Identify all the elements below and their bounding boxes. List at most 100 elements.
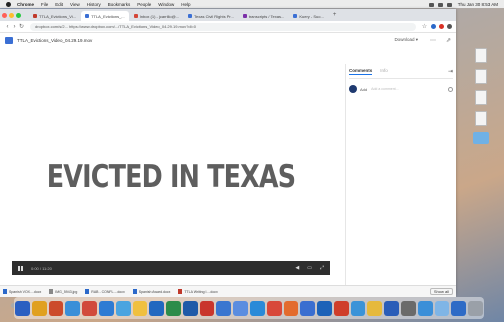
menu-people[interactable]: People: [137, 2, 151, 7]
dock-app-icon[interactable]: [216, 300, 232, 316]
dock-app-icon[interactable]: [300, 300, 316, 316]
dock-app-icon[interactable]: [82, 300, 97, 316]
captions-icon[interactable]: ▭: [307, 265, 312, 271]
dock-app-icon[interactable]: [451, 300, 467, 316]
fullscreen-icon[interactable]: ⤢: [320, 265, 324, 271]
desktop-file[interactable]: [462, 69, 500, 84]
new-tab-button[interactable]: +: [329, 12, 341, 18]
word-doc-icon: [178, 289, 183, 294]
dock-app-icon[interactable]: [48, 300, 64, 316]
back-arrow-icon[interactable]: ‹: [4, 24, 11, 30]
tab-label: Inbox (1) - jcarrillo@...: [139, 13, 180, 19]
menu-app-name[interactable]: Chrome: [17, 2, 34, 7]
dock-app-icon[interactable]: [115, 300, 131, 316]
volume-icon[interactable]: [446, 2, 452, 7]
menu-bookmarks[interactable]: Bookmarks: [108, 2, 131, 7]
folder-icon: [473, 132, 489, 144]
tab-favicon-icon: [242, 14, 247, 18]
close-window-icon[interactable]: [2, 12, 7, 18]
browser-toolbar: ‹ › ↻ dropbox.com/s/2... https://www.dro…: [0, 21, 456, 33]
dock-app-icon[interactable]: [149, 300, 165, 316]
share-icon[interactable]: ⇗: [446, 37, 451, 44]
menu-history[interactable]: History: [87, 2, 101, 7]
desktop-icons: [462, 48, 500, 150]
dock-app-icon[interactable]: [434, 300, 450, 316]
video-frame[interactable]: EVICTED IN TEXAS: [12, 49, 330, 261]
video-controls: 0:00 / 11:20 ◀ ▭ ⤢: [12, 261, 330, 275]
address-bar[interactable]: dropbox.com/s/2... https://www.dropbox.c…: [30, 22, 416, 31]
browser-tab[interactable]: Inbox (1) - jcarrillo@...: [130, 11, 183, 21]
battery-icon[interactable]: [437, 2, 443, 7]
download-button[interactable]: Download ▾: [394, 37, 418, 43]
pause-icon[interactable]: [18, 265, 23, 271]
dock-app-icon[interactable]: [367, 300, 383, 316]
dock-app-icon[interactable]: [250, 300, 265, 316]
dock-app-icon[interactable]: [333, 300, 349, 316]
browser-tab[interactable]: Kuery - Suo...: [289, 11, 327, 21]
profile-avatar[interactable]: [447, 24, 452, 29]
show-all-downloads-button[interactable]: Show all: [429, 288, 453, 295]
browser-tab-active[interactable]: TTLA_Evictions_...: [81, 11, 129, 21]
dock-app-icon[interactable]: [417, 300, 433, 316]
extension-icon[interactable]: [439, 24, 444, 29]
menubar-clock[interactable]: Thu Jan 30 8:53 AM: [458, 2, 498, 7]
download-item[interactable]: Spanish VOX....docx: [3, 289, 41, 294]
word-doc-icon: [132, 289, 137, 294]
browser-tab[interactable]: Texas Civil Rights Pr...: [184, 11, 238, 21]
tab-favicon-icon: [33, 14, 37, 18]
comment-input[interactable]: Add a comment...: [371, 86, 448, 92]
download-shelf: Spanish VOX....docx IMG_5943.jpg RAB - C…: [0, 285, 456, 297]
zoom-window-icon[interactable]: [16, 12, 21, 18]
dock-app-icon[interactable]: [317, 300, 332, 316]
dock-app-icon[interactable]: [384, 300, 400, 316]
download-item[interactable]: TTLA Writing I....docx: [178, 289, 218, 294]
browser-tab[interactable]: transcripts / Texas...: [239, 11, 289, 21]
tab-favicon-icon: [293, 14, 298, 18]
collapse-panel-icon[interactable]: ⇥: [448, 68, 453, 75]
apple-menu-icon[interactable]: [6, 2, 11, 7]
desktop-folder[interactable]: [462, 132, 500, 144]
dock-app-icon[interactable]: [166, 300, 181, 316]
emoji-icon[interactable]: [448, 86, 453, 92]
extension-icon[interactable]: [431, 24, 436, 29]
menu-window[interactable]: Window: [158, 2, 174, 7]
desktop-file[interactable]: [462, 111, 500, 126]
dock-app-icon[interactable]: [233, 300, 248, 316]
download-item[interactable]: RAB - CONFL....docx: [85, 289, 125, 294]
menu-file[interactable]: File: [41, 2, 48, 7]
dock-app-icon[interactable]: [31, 300, 47, 316]
menu-view[interactable]: View: [70, 2, 80, 7]
dropbox-logo-icon[interactable]: [5, 36, 13, 44]
dock-app-icon[interactable]: [468, 300, 483, 316]
browser-tab[interactable]: TTLA_Evictions_Vi...: [29, 11, 80, 21]
dock-app-icon[interactable]: [266, 300, 282, 316]
tab-comments[interactable]: Comments: [349, 68, 373, 75]
dock-app-icon[interactable]: [15, 300, 30, 316]
desktop-file[interactable]: [462, 48, 500, 63]
dock-app-icon[interactable]: [65, 300, 81, 316]
dock-app-icon[interactable]: [350, 300, 366, 316]
dock-app-icon[interactable]: [182, 300, 198, 316]
download-item[interactable]: IMG_5943.jpg: [49, 289, 77, 294]
minimize-window-icon[interactable]: [9, 12, 14, 18]
dock-app-icon[interactable]: [199, 300, 215, 316]
video-title-text: EVICTED IN TEXAS: [46, 159, 296, 195]
desktop-file[interactable]: [462, 90, 500, 105]
dock-app-icon[interactable]: [132, 300, 148, 316]
download-item[interactable]: Spanish Award.docx: [132, 289, 170, 294]
image-file-icon: [49, 289, 54, 294]
volume-icon[interactable]: ◀: [295, 265, 299, 271]
tab-info[interactable]: Info: [380, 68, 388, 74]
menu-edit[interactable]: Edit: [55, 2, 63, 7]
wifi-icon[interactable]: [428, 2, 434, 7]
forward-arrow-icon[interactable]: ›: [11, 24, 18, 30]
reload-icon[interactable]: ↻: [18, 23, 25, 30]
dock-app-icon[interactable]: [401, 300, 416, 316]
more-options-icon[interactable]: ⋯: [430, 37, 436, 44]
dock-app-icon[interactable]: [283, 300, 299, 316]
download-file-name: IMG_5943.jpg: [55, 289, 78, 294]
bookmark-star-icon[interactable]: ☆: [421, 23, 428, 30]
document-icon: [475, 69, 487, 84]
dock-app-icon[interactable]: [98, 300, 114, 316]
menu-help[interactable]: Help: [181, 2, 190, 7]
